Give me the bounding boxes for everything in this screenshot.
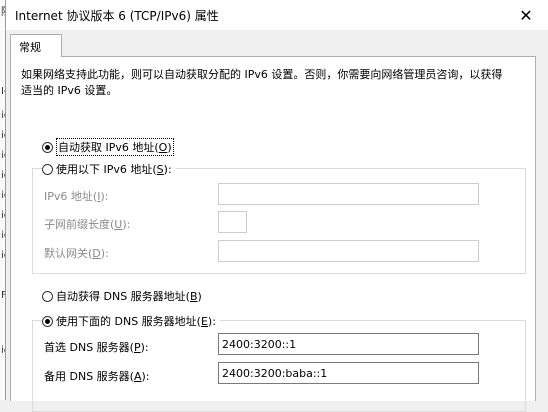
preferred-dns-label: 首选 DNS 服务器(P): <box>44 341 149 354</box>
auto-dns-radio-option[interactable]: 自动获得 DNS 服务器地址(B) <box>42 288 202 304</box>
auto-dns-radio[interactable] <box>42 290 53 302</box>
alternate-dns-input[interactable] <box>218 362 479 384</box>
tab-general[interactable]: 常规 <box>10 34 62 57</box>
dialog-title: Internet 协议版本 6 (TCP/IPv6) 属性 <box>15 9 219 23</box>
auto-ipv6-label: 自动获取 IPv6 地址(O) <box>56 138 174 156</box>
ipv6-address-label: IPv6 地址(I): <box>44 190 109 203</box>
manual-dns-label: 使用下面的 DNS 服务器地址(E): <box>56 315 216 328</box>
title-bar[interactable]: Internet 协议版本 6 (TCP/IPv6) 属性 ✕ <box>6 0 548 30</box>
auto-dns-label: 自动获得 DNS 服务器地址(B) <box>56 290 202 303</box>
manual-dns-radio[interactable] <box>42 315 53 327</box>
prefix-length-label: 子网前缀长度(U): <box>44 218 131 231</box>
tab-label: 常规 <box>19 41 41 54</box>
manual-ipv6-radio[interactable] <box>42 163 53 175</box>
prefix-length-input[interactable] <box>218 211 247 233</box>
description-text: 如果网络支持此功能，则可以自动获取分配的 IPv6 设置。否则，你需要向网络管理… <box>21 68 503 97</box>
manual-ipv6-radio-option[interactable]: 使用以下 IPv6 地址(S): <box>42 161 176 177</box>
ipv6-properties-dialog: Internet 协议版本 6 (TCP/IPv6) 属性 ✕ 常规 如果网络支… <box>5 0 548 412</box>
default-gateway-input[interactable] <box>218 240 479 262</box>
alternate-dns-label: 备用 DNS 服务器(A): <box>44 370 150 383</box>
close-button[interactable]: ✕ <box>503 0 548 30</box>
close-icon: ✕ <box>519 5 533 25</box>
auto-ipv6-radio[interactable] <box>42 141 53 153</box>
manual-dns-radio-option[interactable]: 使用下面的 DNS 服务器地址(E): <box>42 313 220 329</box>
preferred-dns-input[interactable] <box>218 333 479 355</box>
ipv6-address-input[interactable] <box>218 183 479 205</box>
auto-ipv6-radio-option[interactable]: 自动获取 IPv6 地址(O) <box>42 138 174 156</box>
tab-bar: 常规 <box>6 30 548 57</box>
general-panel: 如果网络支持此功能，则可以自动获取分配的 IPv6 设置。否则，你需要向网络管理… <box>10 56 536 412</box>
manual-ipv6-label: 使用以下 IPv6 地址(S): <box>56 163 172 176</box>
default-gateway-label: 默认网关(D): <box>44 247 109 260</box>
